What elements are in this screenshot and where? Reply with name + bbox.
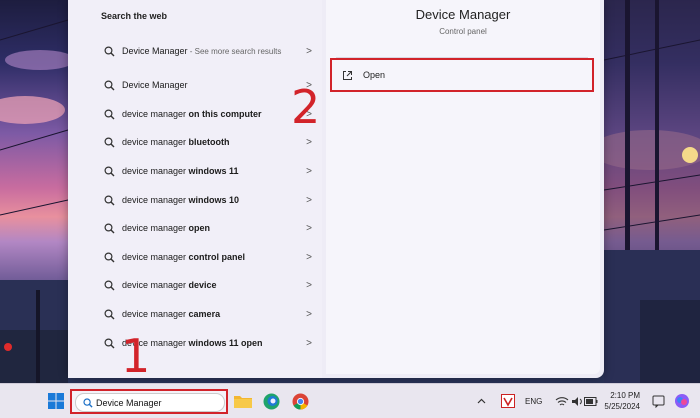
chevron-right-icon: >	[306, 251, 312, 263]
result-label: device manager control panel	[122, 251, 246, 262]
chevron-right-icon: >	[306, 279, 312, 291]
search-result-item[interactable]: device manager open >	[94, 215, 316, 241]
search-icon	[101, 335, 117, 351]
notification-icon[interactable]	[648, 391, 668, 411]
result-label: device manager device	[122, 279, 217, 290]
search-icon	[101, 192, 117, 208]
result-label: device manager on this computer	[122, 108, 262, 119]
step-marker-1: 1	[121, 329, 151, 383]
search-icon	[83, 397, 93, 408]
search-result-item[interactable]: device manager camera >	[94, 301, 316, 327]
open-label: Open	[363, 70, 386, 80]
section-title: Search the web	[101, 11, 168, 21]
result-label: device manager windows 11	[122, 165, 239, 176]
result-label: device manager open	[122, 222, 211, 233]
edge-icon[interactable]	[261, 391, 281, 411]
result-label: device manager camera	[122, 308, 221, 319]
chevron-right-icon: >	[306, 136, 312, 148]
result-label: Device Manager	[122, 79, 188, 90]
search-icon	[101, 43, 117, 59]
search-results-pane: Search the web Device Manager - See more…	[68, 0, 322, 378]
taskbar: ENG 2:10 PM 5/25/2024	[0, 383, 700, 418]
result-label: device manager windows 10	[122, 194, 240, 205]
copilot-icon[interactable]	[672, 391, 692, 411]
search-result-item[interactable]: Device Manager - See more search results…	[94, 37, 316, 65]
search-icon	[101, 163, 117, 179]
chevron-up-icon[interactable]	[475, 391, 487, 411]
app-subtitle: Control panel	[439, 27, 487, 36]
chevron-right-icon: >	[306, 308, 312, 320]
search-result-item[interactable]: device manager windows 11 >	[94, 158, 316, 184]
antivirus-tray-icon[interactable]	[498, 391, 518, 411]
result-label: device manager bluetooth	[122, 136, 230, 147]
search-icon	[101, 106, 117, 122]
search-result-item[interactable]: device manager bluetooth >	[94, 129, 316, 155]
search-icon	[101, 306, 117, 322]
search-result-item[interactable]: device manager windows 10 >	[94, 187, 316, 213]
clock[interactable]: 2:10 PM 5/25/2024	[604, 390, 640, 412]
app-preview-pane: Device Manager Control panel Open	[326, 0, 600, 374]
taskbar-search-box	[70, 389, 228, 414]
app-title: Device Manager	[415, 7, 511, 22]
search-result-item[interactable]: device manager control panel >	[94, 244, 316, 270]
result-label: Device Manager - See more search results	[122, 45, 282, 56]
file-explorer-icon[interactable]	[233, 391, 253, 411]
search-icon	[101, 249, 117, 265]
step-marker-2: 2	[291, 80, 321, 134]
clock-time: 2:10 PM	[610, 391, 640, 400]
language-indicator[interactable]: ENG	[525, 397, 542, 406]
chevron-right-icon: >	[306, 222, 312, 234]
search-icon	[101, 77, 117, 93]
search-result-item[interactable]: device manager device >	[94, 272, 316, 298]
search-result-item[interactable]: Device Manager >	[94, 72, 316, 98]
search-result-item[interactable]: device manager on this computer >	[94, 101, 316, 127]
search-icon	[101, 220, 117, 236]
chevron-right-icon: >	[306, 194, 312, 206]
search-icon	[101, 134, 117, 150]
open-button[interactable]: Open	[330, 58, 594, 92]
windows-start-icon[interactable]	[46, 391, 66, 411]
battery-icon[interactable]	[581, 391, 601, 411]
search-field-wrapper	[75, 393, 225, 412]
open-external-icon	[342, 69, 354, 81]
chevron-right-icon: >	[306, 337, 312, 349]
search-input[interactable]	[96, 397, 216, 408]
chevron-right-icon: >	[306, 165, 312, 177]
clock-date: 5/25/2024	[604, 402, 640, 411]
chevron-right-icon: >	[306, 45, 312, 57]
start-search-panel: Search the web Device Manager - See more…	[68, 0, 604, 378]
search-icon	[101, 277, 117, 293]
chrome-icon[interactable]	[290, 391, 310, 411]
